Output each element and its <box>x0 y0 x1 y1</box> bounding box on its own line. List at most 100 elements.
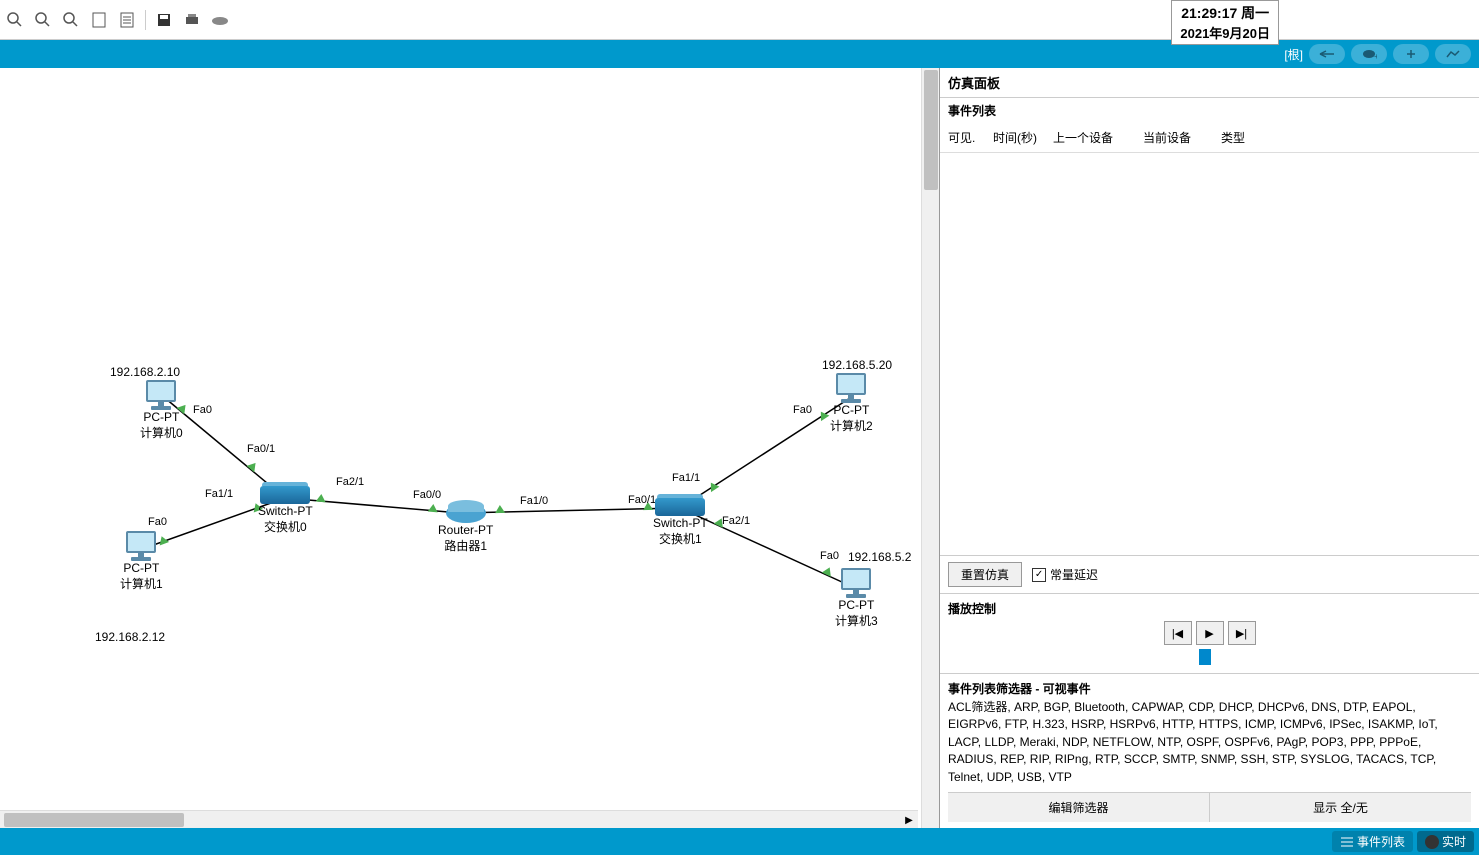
ip-label-pc1: 192.168.2.12 <box>95 630 165 644</box>
pc3-name: 计算机3 <box>835 612 878 629</box>
list-icon[interactable] <box>117 10 137 30</box>
const-delay-label: 常量延迟 <box>1050 566 1098 583</box>
port-sw1-fa01: Fa0/1 <box>628 494 656 506</box>
event-columns: 可见. 时间(秒) 上一个设备 当前设备 类型 <box>940 123 1479 153</box>
device-pc1[interactable]: PC-PT 计算机1 <box>120 531 163 592</box>
show-all-none-button[interactable]: 显示 全/无 <box>1210 793 1471 822</box>
link-status-up <box>817 409 830 421</box>
ip-label-pc3: 192.168.5.2 <box>848 550 911 564</box>
filter-title: 事件列表筛选器 - 可视事件 <box>948 680 1471 697</box>
scroll-right-icon[interactable]: ▶ <box>902 813 916 827</box>
port-sw1-fa11: Fa1/1 <box>672 472 700 484</box>
panel-title: 仿真面板 <box>940 68 1479 98</box>
port-pc1-fa0: Fa0 <box>148 516 167 528</box>
pc2-name: 计算机2 <box>830 417 873 434</box>
link-status-up <box>316 494 327 503</box>
sw0-type: Switch-PT <box>258 504 313 518</box>
event-list-body[interactable] <box>940 153 1479 555</box>
pc1-type: PC-PT <box>120 561 163 575</box>
device-router1[interactable]: Router-PT 路由器1 <box>438 503 493 554</box>
event-list-title: 事件列表 <box>940 98 1479 123</box>
port-pc2-fa0: Fa0 <box>793 404 812 416</box>
port-sw0-fa21: Fa2/1 <box>336 476 364 488</box>
col-curr: 当前设备 <box>1135 127 1213 148</box>
nav-cluster-button[interactable]: + <box>1351 44 1387 64</box>
link-status-up <box>495 505 505 513</box>
sw1-type: Switch-PT <box>653 516 708 530</box>
sw0-name: 交换机0 <box>258 518 313 535</box>
nav-move-button[interactable] <box>1393 44 1429 64</box>
tab-event-list-label: 事件列表 <box>1357 833 1405 850</box>
zoom-in-icon[interactable] <box>5 10 25 30</box>
col-type: 类型 <box>1213 127 1253 148</box>
topology-canvas[interactable]: 192.168.2.10 PC-PT 计算机0 Fa0 Fa0/1 PC-PT … <box>0 68 918 828</box>
zoom-out-icon[interactable] <box>61 10 81 30</box>
col-time: 时间(秒) <box>985 127 1045 148</box>
ip-label-pc0: 192.168.2.10 <box>110 365 180 379</box>
nav-view-button[interactable] <box>1435 44 1471 64</box>
port-sw0-fa11: Fa1/1 <box>205 488 233 500</box>
clock-display: 21:29:17 周一 2021年9月20日 <box>1171 0 1279 45</box>
list-icon <box>1340 836 1354 848</box>
zoom-reset-icon[interactable] <box>33 10 53 30</box>
rt1-type: Router-PT <box>438 523 493 537</box>
save-icon[interactable] <box>154 10 174 30</box>
reset-sim-button[interactable]: 重置仿真 <box>948 562 1022 587</box>
device-pc3[interactable]: PC-PT 计算机3 <box>835 568 878 629</box>
col-visible: 可见. <box>940 127 985 148</box>
document-icon[interactable] <box>89 10 109 30</box>
filter-section: 事件列表筛选器 - 可视事件 ACL筛选器, ARP, BGP, Bluetoo… <box>940 673 1479 828</box>
port-pc0-fa0: Fa0 <box>193 404 212 416</box>
ip-label-pc2: 192.168.5.20 <box>822 358 892 372</box>
col-prev: 上一个设备 <box>1045 127 1135 148</box>
clock-icon <box>1425 835 1439 849</box>
link-status-up <box>428 504 439 513</box>
port-sw1-fa21: Fa2/1 <box>722 515 750 527</box>
tab-event-list[interactable]: 事件列表 <box>1332 831 1413 852</box>
tab-realtime[interactable]: 实时 <box>1417 831 1474 852</box>
link-status-up <box>822 565 834 576</box>
separator <box>145 10 146 30</box>
root-label[interactable]: [根] <box>1284 46 1303 63</box>
tab-realtime-label: 实时 <box>1442 833 1466 850</box>
device-switch1[interactable]: Switch-PT 交换机1 <box>653 498 708 547</box>
port-sw0-fa01: Fa0/1 <box>247 443 275 455</box>
device-pc0[interactable]: PC-PT 计算机0 <box>140 380 183 441</box>
bottom-bar: 事件列表 实时 <box>0 828 1479 855</box>
pc0-name: 计算机0 <box>140 424 183 441</box>
nav-back-button[interactable] <box>1309 44 1345 64</box>
main-area: 192.168.2.10 PC-PT 计算机0 Fa0 Fa0/1 PC-PT … <box>0 68 1479 828</box>
simulation-panel: 仿真面板 事件列表 可见. 时间(秒) 上一个设备 当前设备 类型 重置仿真 ✓… <box>939 68 1479 828</box>
play-prev-button[interactable]: |◀ <box>1164 621 1192 645</box>
pc1-name: 计算机1 <box>120 575 163 592</box>
pc2-type: PC-PT <box>830 403 873 417</box>
sim-controls: 重置仿真 ✓ 常量延迟 <box>940 555 1479 593</box>
cloud-icon[interactable] <box>210 10 230 30</box>
canvas-scrollbar-v[interactable] <box>921 68 939 828</box>
pc3-type: PC-PT <box>835 598 878 612</box>
const-delay-checkbox[interactable]: ✓ 常量延迟 <box>1032 566 1098 583</box>
play-controls: 播放控制 |◀ ▶ ▶| <box>940 593 1479 673</box>
port-rt-fa10: Fa1/0 <box>520 495 548 507</box>
topology-links <box>0 68 918 828</box>
play-speed-slider[interactable] <box>948 649 1471 667</box>
link-status-up <box>707 480 720 492</box>
edit-filter-button[interactable]: 编辑筛选器 <box>948 793 1210 822</box>
top-toolbar: 21:29:17 周一 2021年9月20日 <box>0 0 1479 40</box>
clock-time: 21:29:17 周一 <box>1180 3 1270 23</box>
link-status-up <box>247 460 260 473</box>
rt1-name: 路由器1 <box>438 537 493 554</box>
pc0-type: PC-PT <box>140 410 183 424</box>
device-switch0[interactable]: Switch-PT 交换机0 <box>258 486 313 535</box>
play-next-button[interactable]: ▶| <box>1228 621 1256 645</box>
device-pc2[interactable]: PC-PT 计算机2 <box>830 373 873 434</box>
checkbox-checked-icon: ✓ <box>1032 568 1046 582</box>
port-pc3-fa0: Fa0 <box>820 550 839 562</box>
sw1-name: 交换机1 <box>653 530 708 547</box>
svg-text:+: + <box>1374 52 1377 60</box>
print-icon[interactable] <box>182 10 202 30</box>
canvas-wrap: 192.168.2.10 PC-PT 计算机0 Fa0 Fa0/1 PC-PT … <box>0 68 939 828</box>
canvas-scrollbar-h[interactable]: ▶ <box>0 810 918 828</box>
clock-date: 2021年9月20日 <box>1180 23 1270 42</box>
play-button[interactable]: ▶ <box>1196 621 1224 645</box>
